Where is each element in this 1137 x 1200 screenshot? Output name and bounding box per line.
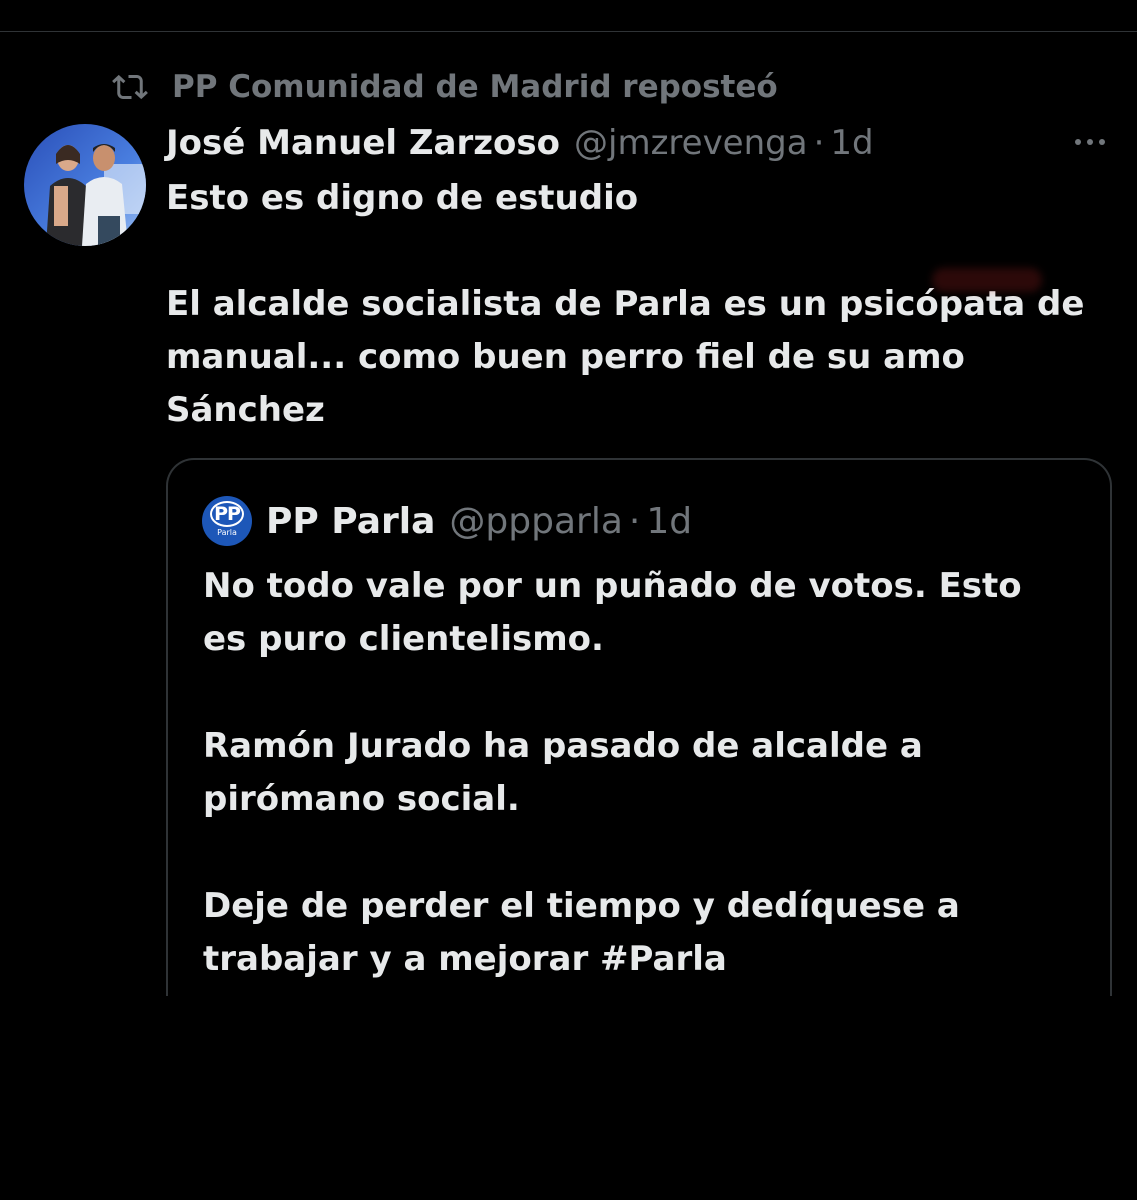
tweet-text-line: Sánchez [166, 390, 325, 430]
quote-timestamp: 1d [646, 500, 693, 542]
quote-text-line: Ramón Jurado ha pasado de alcalde a [203, 726, 923, 766]
quote-text-line: es puro clientelismo. [203, 619, 604, 659]
repost-icon [112, 74, 148, 100]
more-horizontal-icon[interactable] [1070, 128, 1110, 156]
quote-text-line: No todo vale por un puñado de votos. Est… [203, 566, 1022, 606]
repost-context[interactable]: PP Comunidad de Madrid reposteó [108, 66, 778, 108]
header-separator: · [813, 123, 825, 163]
quote-text-line: pirómano social. [203, 779, 520, 819]
quote-text-line: trabajar y a mejorar #Parla [203, 939, 727, 979]
pp-parla-avatar[interactable]: PP Parla [202, 496, 252, 546]
pp-logo-text: PP [210, 501, 244, 527]
quote-separator: · [628, 500, 641, 542]
author-handle[interactable]: @jmzrevenga [574, 123, 808, 163]
tweet-text-line: Esto es digno de estudio [166, 178, 639, 218]
top-divider [0, 31, 1137, 32]
quote-author-handle: @ppparla [449, 500, 623, 542]
pp-logo-subtext: Parla [217, 528, 237, 537]
author-avatar-image [24, 124, 146, 246]
quote-text-line: Deje de perder el tiempo y dedíquese a [203, 886, 960, 926]
blurred-artifact [932, 268, 1042, 292]
author-avatar[interactable] [24, 124, 146, 246]
repost-label: PP Comunidad de Madrid reposteó [172, 69, 778, 105]
tweet-header: José Manuel Zarzoso @jmzrevenga · 1d [166, 118, 874, 168]
quote-body: No todo vale por un puñado de votos. Est… [203, 560, 1093, 986]
crop-edge [150, 996, 1130, 1036]
tweet-text-line: manual... como buen perro fiel de su amo [166, 337, 965, 377]
quote-header: PP Parla PP Parla @ppparla · 1d [202, 496, 692, 546]
author-name[interactable]: José Manuel Zarzoso [166, 123, 560, 163]
tweet-timestamp[interactable]: 1d [830, 123, 873, 163]
quote-author-name: PP Parla [266, 500, 436, 542]
tweet-body: Esto es digno de estudio El alcalde soci… [166, 172, 1116, 437]
